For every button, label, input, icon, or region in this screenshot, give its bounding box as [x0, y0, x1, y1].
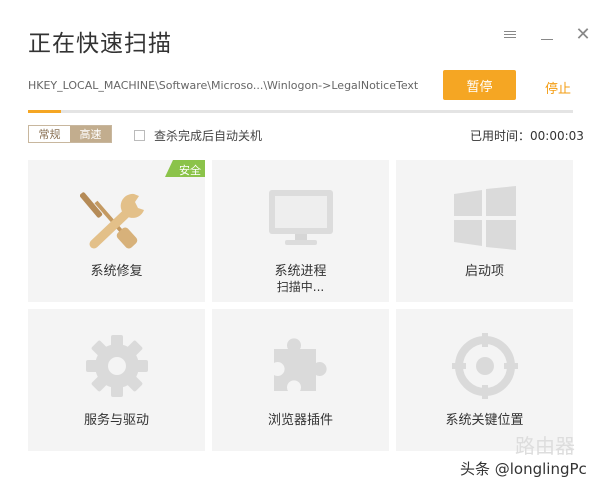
tile-label: 启动项: [464, 264, 504, 279]
stop-button[interactable]: 停止: [545, 78, 571, 97]
tile-system-process[interactable]: 系统进程 扫描中...: [212, 160, 389, 302]
tile-label: 服务与驱动: [83, 413, 149, 428]
scan-progress-bar: [28, 110, 573, 113]
safe-badge-label: 安全: [179, 164, 201, 177]
scan-mode-toggle: 常规 高速: [28, 125, 112, 143]
minimize-icon[interactable]: [537, 24, 557, 44]
window-title: 正在快速扫描: [28, 31, 172, 57]
tile-services-drivers[interactable]: 服务与驱动: [28, 309, 205, 451]
watermark-text: 头条 @longlingPc: [460, 460, 587, 478]
tile-label: 系统进程: [274, 264, 327, 279]
tile-browser-plugins[interactable]: 浏览器插件: [212, 309, 389, 451]
tile-status-scanning: 扫描中...: [276, 280, 325, 294]
windows-logo-icon: [454, 186, 516, 250]
watermark-logo-text: 路由器: [515, 434, 575, 458]
tile-system-repair[interactable]: 安全 系统修复: [28, 160, 205, 302]
tile-label: 浏览器插件: [267, 413, 333, 428]
puzzle-icon: [274, 338, 327, 391]
menu-lines-icon[interactable]: [500, 24, 520, 44]
scan-progress-fill: [28, 110, 61, 113]
auto-shutdown-label: 查杀完成后自动关机: [154, 129, 263, 143]
pause-button[interactable]: 暂停: [443, 70, 516, 100]
mode-fast-option[interactable]: 高速: [70, 126, 111, 142]
tile-startup-items[interactable]: 启动项: [396, 160, 573, 302]
wrench-screwdriver-icon: [80, 192, 144, 249]
close-icon[interactable]: ✕: [573, 24, 593, 45]
tile-label: 系统关键位置: [445, 413, 524, 428]
tile-label: 系统修复: [90, 264, 143, 279]
auto-shutdown-checkbox[interactable]: [134, 130, 145, 141]
elapsed-time: 已用时间：00:00:03: [470, 129, 584, 143]
mode-normal-option[interactable]: 常规: [29, 126, 70, 142]
gear-icon: [86, 335, 148, 397]
monitor-icon: [269, 190, 333, 245]
scan-current-path: HKEY_LOCAL_MACHINE\Software\Microso...\W…: [28, 79, 419, 92]
auto-shutdown-option[interactable]: 查杀完成后自动关机: [134, 127, 262, 144]
crosshair-icon: [452, 333, 518, 399]
